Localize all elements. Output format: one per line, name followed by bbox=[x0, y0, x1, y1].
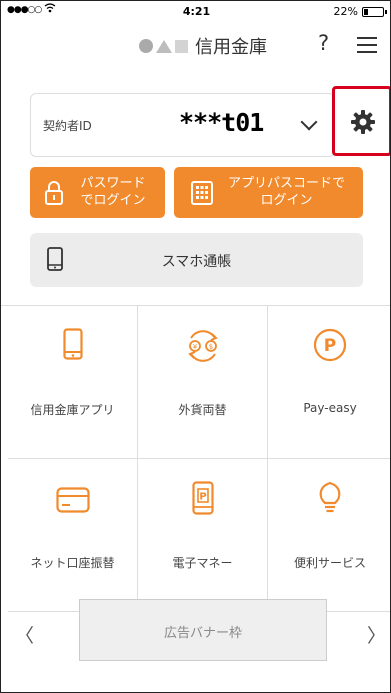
menu-tile-pay-easy[interactable]: P Pay-easy bbox=[268, 306, 390, 459]
password-login-button[interactable]: パスワード でログイン bbox=[30, 167, 165, 218]
card-icon bbox=[55, 487, 90, 513]
chevron-down-icon[interactable] bbox=[300, 113, 318, 131]
app-screen: ●●●○○ 4:21 22% 信用金庫 ? 契約者ID ***t01 パスワード… bbox=[0, 0, 391, 693]
ad-banner-label: 広告バナー枠 bbox=[163, 626, 242, 641]
battery-icon bbox=[362, 7, 387, 17]
smartphone-passbook-button[interactable]: スマホ通帳 bbox=[30, 233, 363, 287]
menu-tile-label: 外貨両替 bbox=[178, 403, 227, 417]
lightbulb-icon bbox=[319, 481, 341, 513]
status-time: 4:21 bbox=[182, 5, 211, 18]
app-passcode-login-button[interactable]: アプリパスコードで ログイン bbox=[174, 167, 363, 218]
logo-square-icon bbox=[175, 39, 188, 53]
menu-tile-label: 便利サービス bbox=[293, 556, 366, 570]
hamburger-menu-icon[interactable] bbox=[357, 37, 377, 58]
status-bar: ●●●○○ 4:21 22% bbox=[1, 1, 390, 21]
smartphone-icon bbox=[62, 328, 83, 360]
svg-text:¥: ¥ bbox=[192, 343, 197, 351]
pay-easy-icon: P bbox=[313, 328, 347, 362]
ad-banner[interactable]: 広告バナー枠 bbox=[79, 599, 327, 661]
menu-tile-label: ネット口座振替 bbox=[30, 556, 115, 570]
app-passcode-line1: アプリパスコードで bbox=[227, 176, 345, 191]
lock-icon bbox=[45, 181, 63, 205]
menu-tile-label: 信用金庫アプリ bbox=[30, 403, 115, 417]
keypad-icon bbox=[191, 181, 213, 205]
contract-id-value: ***t01 bbox=[179, 108, 264, 137]
app-passcode-line2: ログイン bbox=[260, 193, 313, 208]
e-money-icon: P bbox=[191, 481, 214, 515]
menu-tile-label: 電子マネー bbox=[172, 556, 233, 570]
app-passcode-label: アプリパスコードで ログイン bbox=[214, 175, 359, 209]
currency-exchange-icon: ¥ $ bbox=[187, 330, 218, 362]
battery-percent: 22% bbox=[333, 5, 358, 18]
settings-button[interactable] bbox=[332, 86, 390, 156]
passbook-label: スマホ通帳 bbox=[161, 254, 232, 270]
contract-id-field[interactable]: 契約者ID ***t01 bbox=[30, 93, 335, 157]
contract-id-label: 契約者ID bbox=[43, 119, 92, 133]
menu-tile-currency-exchange[interactable]: ¥ $ 外貨両替 bbox=[138, 306, 268, 459]
menu-tile-label: Pay-easy bbox=[303, 401, 357, 415]
password-login-line1: パスワード bbox=[80, 176, 146, 191]
svg-text:$: $ bbox=[208, 343, 212, 351]
banner-prev-button[interactable]: 〈 bbox=[15, 621, 34, 648]
gear-icon bbox=[351, 110, 375, 134]
help-button[interactable]: ? bbox=[318, 31, 329, 55]
menu-tile-e-money[interactable]: P 電子マネー bbox=[138, 459, 268, 612]
menu-tile-convenient-services[interactable]: 便利サービス bbox=[268, 459, 390, 612]
menu-tile-account-transfer[interactable]: ネット口座振替 bbox=[8, 459, 138, 612]
bank-logo: 信用金庫 bbox=[139, 33, 267, 59]
logo-circle-icon bbox=[139, 39, 153, 53]
svg-text:P: P bbox=[324, 336, 336, 356]
svg-text:P: P bbox=[199, 492, 206, 503]
bank-name: 信用金庫 bbox=[195, 37, 267, 58]
menu-tile-shinkin-app[interactable]: 信用金庫アプリ bbox=[8, 306, 138, 459]
banner-next-button[interactable]: 〉 bbox=[367, 621, 386, 648]
password-login-label: パスワード でログイン bbox=[68, 175, 158, 209]
logo-triangle-icon bbox=[156, 39, 172, 53]
app-header: 信用金庫 ? bbox=[1, 21, 390, 67]
password-login-line2: でログイン bbox=[80, 193, 146, 208]
